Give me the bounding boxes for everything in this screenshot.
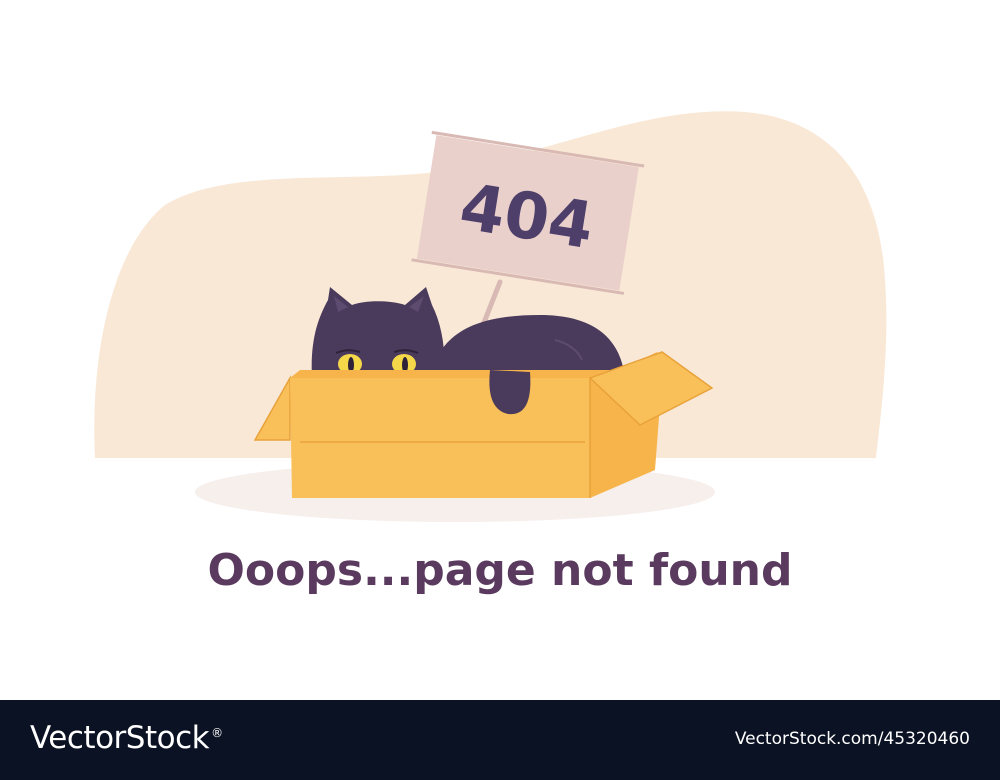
watermark-footer: VectorStock ® VectorStock.com/45320460	[0, 700, 1000, 780]
box-front	[290, 378, 590, 498]
brand-logo: VectorStock ®	[30, 720, 223, 756]
image-id-label: VectorStock.com/45320460	[734, 729, 970, 749]
error-page-canvas: 404 Ooops...page not found	[0, 0, 1000, 700]
page-not-found-headline: Ooops...page not found	[207, 545, 793, 596]
registered-mark: ®	[211, 725, 223, 740]
brand-name: VectorStock	[30, 720, 210, 756]
